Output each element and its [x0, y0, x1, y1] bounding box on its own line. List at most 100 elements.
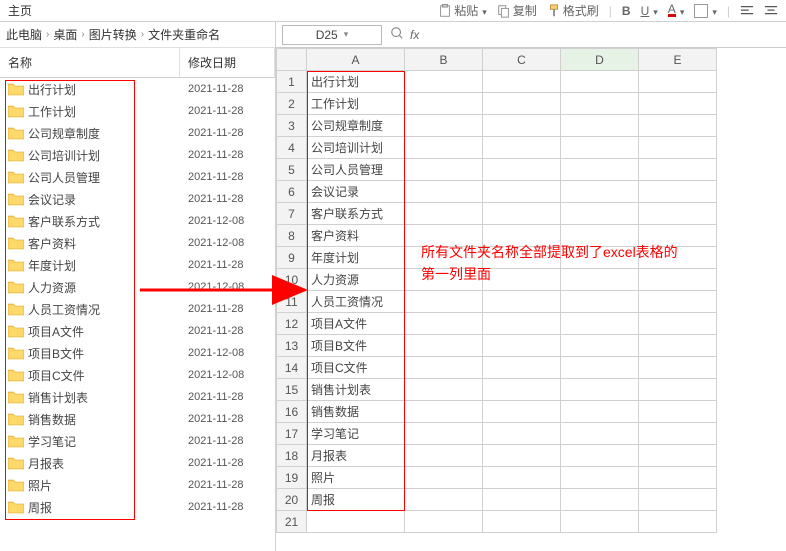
cell-E4[interactable]	[639, 137, 717, 159]
cell-A17[interactable]: 学习笔记	[307, 423, 405, 445]
cell-B3[interactable]	[405, 115, 483, 137]
row-header-14[interactable]: 14	[277, 357, 307, 379]
cell-E3[interactable]	[639, 115, 717, 137]
list-item[interactable]: 会议记录2021-11-28	[0, 188, 275, 210]
cell-C8[interactable]	[483, 225, 561, 247]
cell-A4[interactable]: 公司培训计划	[307, 137, 405, 159]
row-header-10[interactable]: 10	[277, 269, 307, 291]
cell-B9[interactable]	[405, 247, 483, 269]
cell-E2[interactable]	[639, 93, 717, 115]
row-header-15[interactable]: 15	[277, 379, 307, 401]
cell-E1[interactable]	[639, 71, 717, 93]
column-header-date[interactable]: 修改日期	[180, 48, 275, 77]
row-header-3[interactable]: 3	[277, 115, 307, 137]
cell-C14[interactable]	[483, 357, 561, 379]
cell-A19[interactable]: 照片	[307, 467, 405, 489]
list-item[interactable]: 工作计划2021-11-28	[0, 100, 275, 122]
cell-A15[interactable]: 销售计划表	[307, 379, 405, 401]
cell-D18[interactable]	[561, 445, 639, 467]
list-item[interactable]: 公司规章制度2021-11-28	[0, 122, 275, 144]
cell-A20[interactable]: 周报	[307, 489, 405, 511]
list-item[interactable]: 销售数据2021-11-28	[0, 408, 275, 430]
list-item[interactable]: 照片2021-11-28	[0, 474, 275, 496]
cell-B16[interactable]	[405, 401, 483, 423]
cell-D7[interactable]	[561, 203, 639, 225]
cell-E10[interactable]	[639, 269, 717, 291]
cell-E17[interactable]	[639, 423, 717, 445]
format-painter-button[interactable]: 格式刷	[547, 2, 599, 19]
cell-B21[interactable]	[405, 511, 483, 533]
cell-C7[interactable]	[483, 203, 561, 225]
copy-button[interactable]: 复制	[497, 2, 537, 19]
row-header-8[interactable]: 8	[277, 225, 307, 247]
paste-button[interactable]: 粘贴	[438, 2, 487, 19]
row-header-21[interactable]: 21	[277, 511, 307, 533]
list-item[interactable]: 客户联系方式2021-12-08	[0, 210, 275, 232]
cell-C19[interactable]	[483, 467, 561, 489]
select-all-corner[interactable]	[277, 49, 307, 71]
row-header-19[interactable]: 19	[277, 467, 307, 489]
row-header-1[interactable]: 1	[277, 71, 307, 93]
cell-B13[interactable]	[405, 335, 483, 357]
row-header-7[interactable]: 7	[277, 203, 307, 225]
cell-A10[interactable]: 人力资源	[307, 269, 405, 291]
cell-A3[interactable]: 公司规章制度	[307, 115, 405, 137]
cell-C11[interactable]	[483, 291, 561, 313]
row-header-11[interactable]: 11	[277, 291, 307, 313]
row-header-16[interactable]: 16	[277, 401, 307, 423]
cell-A5[interactable]: 公司人员管理	[307, 159, 405, 181]
cell-C12[interactable]	[483, 313, 561, 335]
cell-D3[interactable]	[561, 115, 639, 137]
bold-button[interactable]: B	[622, 4, 631, 18]
cell-D16[interactable]	[561, 401, 639, 423]
cell-A11[interactable]: 人员工资情况	[307, 291, 405, 313]
file-list[interactable]: 出行计划2021-11-28工作计划2021-11-28公司规章制度2021-1…	[0, 78, 275, 551]
cell-B15[interactable]	[405, 379, 483, 401]
cell-A6[interactable]: 会议记录	[307, 181, 405, 203]
cell-B1[interactable]	[405, 71, 483, 93]
cell-B2[interactable]	[405, 93, 483, 115]
cell-B7[interactable]	[405, 203, 483, 225]
cell-D11[interactable]	[561, 291, 639, 313]
cell-B4[interactable]	[405, 137, 483, 159]
cell-B8[interactable]	[405, 225, 483, 247]
column-header-B[interactable]: B	[405, 49, 483, 71]
list-item[interactable]: 人员工资情况2021-11-28	[0, 298, 275, 320]
row-header-18[interactable]: 18	[277, 445, 307, 467]
row-header-5[interactable]: 5	[277, 159, 307, 181]
row-header-6[interactable]: 6	[277, 181, 307, 203]
cell-B11[interactable]	[405, 291, 483, 313]
cell-E5[interactable]	[639, 159, 717, 181]
cell-D6[interactable]	[561, 181, 639, 203]
cell-B19[interactable]	[405, 467, 483, 489]
name-box[interactable]: D25 ▾	[282, 25, 382, 45]
cell-D1[interactable]	[561, 71, 639, 93]
cell-A21[interactable]	[307, 511, 405, 533]
cell-D19[interactable]	[561, 467, 639, 489]
breadcrumb-item[interactable]: 桌面	[53, 26, 77, 43]
cell-D20[interactable]	[561, 489, 639, 511]
cell-A12[interactable]: 项目A文件	[307, 313, 405, 335]
cell-D8[interactable]	[561, 225, 639, 247]
row-header-4[interactable]: 4	[277, 137, 307, 159]
formula-bar[interactable]	[425, 26, 780, 44]
cell-E15[interactable]	[639, 379, 717, 401]
cell-A9[interactable]: 年度计划	[307, 247, 405, 269]
cell-B5[interactable]	[405, 159, 483, 181]
cell-C4[interactable]	[483, 137, 561, 159]
column-header-D[interactable]: D	[561, 49, 639, 71]
list-item[interactable]: 周报2021-11-28	[0, 496, 275, 518]
list-item[interactable]: 公司人员管理2021-11-28	[0, 166, 275, 188]
list-item[interactable]: 学习笔记2021-11-28	[0, 430, 275, 452]
column-header-C[interactable]: C	[483, 49, 561, 71]
cell-C10[interactable]	[483, 269, 561, 291]
cell-B10[interactable]	[405, 269, 483, 291]
cell-C5[interactable]	[483, 159, 561, 181]
cell-C16[interactable]	[483, 401, 561, 423]
list-item[interactable]: 出行计划2021-11-28	[0, 78, 275, 100]
cell-D15[interactable]	[561, 379, 639, 401]
cell-D9[interactable]	[561, 247, 639, 269]
cell-C20[interactable]	[483, 489, 561, 511]
search-icon[interactable]	[390, 26, 404, 43]
cell-D4[interactable]	[561, 137, 639, 159]
